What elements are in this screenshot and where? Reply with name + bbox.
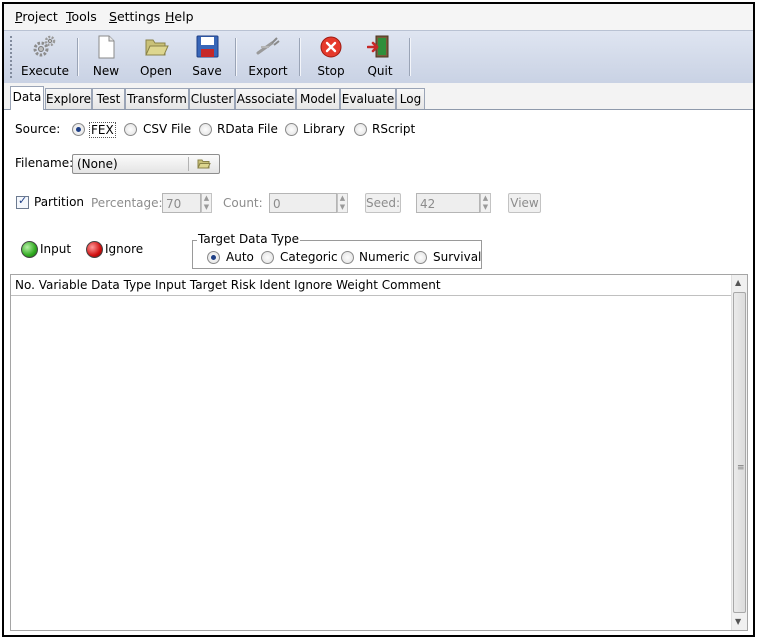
view-button[interactable]: View xyxy=(508,193,541,213)
count-input[interactable]: 0 xyxy=(269,193,337,213)
count-spinner[interactable]: ▲ ▼ xyxy=(337,193,348,213)
percentage-spinner[interactable]: ▲ ▼ xyxy=(201,193,212,213)
menu-tools[interactable]: Tools xyxy=(66,9,97,24)
target-categoric-label[interactable]: Categoric xyxy=(280,250,338,264)
percentage-label: Percentage: xyxy=(91,196,163,210)
ignore-legend-label: Ignore xyxy=(105,242,144,256)
exit-door-icon xyxy=(367,35,389,58)
source-rdata-label[interactable]: RData File xyxy=(217,122,278,136)
source-csv-radio[interactable] xyxy=(124,123,137,136)
folder-open-icon xyxy=(145,39,169,56)
stop-icon xyxy=(320,36,342,58)
open-button[interactable]: Open xyxy=(138,33,174,81)
quit-button[interactable]: Quit xyxy=(363,33,397,81)
toolbar: Execute New Open Save Export Stop Quit xyxy=(4,30,753,84)
source-library-label[interactable]: Library xyxy=(303,122,345,136)
seed-input[interactable]: 42 xyxy=(416,193,480,213)
target-auto-label[interactable]: Auto xyxy=(226,250,254,264)
source-rscript-label[interactable]: RScript xyxy=(372,122,415,136)
target-data-type-group: Target Data Type Auto Categoric Numeric … xyxy=(192,232,482,269)
count-label: Count: xyxy=(223,196,263,210)
source-rdata-radio[interactable] xyxy=(199,123,212,136)
toolbar-separator xyxy=(409,38,411,76)
chooser-divider xyxy=(188,157,189,171)
tab-model[interactable]: Model xyxy=(296,88,340,109)
folder-icon xyxy=(197,159,211,169)
input-indicator-icon xyxy=(21,241,38,258)
scroll-down-arrow-icon[interactable]: ▼ xyxy=(735,617,741,626)
execute-button[interactable]: Execute xyxy=(21,33,69,81)
tab-evaluate[interactable]: Evaluate xyxy=(340,88,396,109)
tab-cluster[interactable]: Cluster xyxy=(189,88,235,109)
save-button[interactable]: Save xyxy=(190,33,224,81)
gears-icon xyxy=(33,35,56,57)
export-icon xyxy=(256,37,280,55)
partition-label[interactable]: Partition xyxy=(34,195,84,209)
target-data-type-title: Target Data Type xyxy=(197,232,300,246)
table-header: No. Variable Data Type Input Target Risk… xyxy=(11,275,733,296)
target-auto-radio[interactable] xyxy=(207,251,220,264)
target-survival-radio[interactable] xyxy=(414,251,427,264)
tab-explore[interactable]: Explore xyxy=(45,88,92,109)
main-window: Project Tools Settings Help Execute New xyxy=(2,2,755,637)
source-fex-radio[interactable] xyxy=(72,123,85,136)
partition-checkbox[interactable] xyxy=(16,194,29,209)
toolbar-separator xyxy=(299,38,301,76)
source-fex-label[interactable]: FEX xyxy=(89,122,116,138)
new-button[interactable]: New xyxy=(90,33,122,81)
toolbar-grip[interactable] xyxy=(9,35,13,79)
source-rscript-radio[interactable] xyxy=(354,123,367,136)
target-numeric-radio[interactable] xyxy=(341,251,354,264)
menu-project[interactable]: Project xyxy=(15,9,58,24)
seed-spinner[interactable]: ▲ ▼ xyxy=(480,193,491,213)
toolbar-separator xyxy=(235,38,237,76)
menu-help[interactable]: Help xyxy=(165,9,194,24)
filename-chooser[interactable]: (None) xyxy=(72,154,220,174)
notebook-tabs: Data Explore Test Transform Cluster Asso… xyxy=(4,83,753,110)
toolbar-separator xyxy=(77,38,79,76)
floppy-disk-icon xyxy=(196,35,219,58)
tab-data[interactable]: Data xyxy=(10,86,44,110)
filename-value: (None) xyxy=(77,157,118,171)
tab-test[interactable]: Test xyxy=(92,88,125,109)
stop-button[interactable]: Stop xyxy=(314,33,348,81)
source-library-radio[interactable] xyxy=(285,123,298,136)
filename-label: Filename: xyxy=(15,156,74,170)
variables-table[interactable]: No. Variable Data Type Input Target Risk… xyxy=(10,274,748,631)
tab-associate[interactable]: Associate xyxy=(235,88,296,109)
export-button[interactable]: Export xyxy=(248,33,288,81)
menu-settings[interactable]: Settings xyxy=(109,9,160,24)
scroll-up-arrow-icon[interactable]: ▲ xyxy=(735,278,741,287)
ignore-indicator-icon xyxy=(86,241,103,258)
target-categoric-radio[interactable] xyxy=(261,251,274,264)
seed-button[interactable]: Seed: xyxy=(365,193,401,213)
vertical-scrollbar[interactable]: ▲ ≡ ▼ xyxy=(731,275,747,630)
menubar: Project Tools Settings Help xyxy=(4,4,753,30)
scrollbar-grip-icon: ≡ xyxy=(737,463,745,473)
target-numeric-label[interactable]: Numeric xyxy=(359,250,410,264)
percentage-input[interactable]: 70 xyxy=(162,193,201,213)
source-label: Source: xyxy=(15,122,61,136)
tab-transform[interactable]: Transform xyxy=(125,88,189,109)
input-legend-label: Input xyxy=(40,242,72,256)
tab-log[interactable]: Log xyxy=(396,88,425,109)
scrollbar-thumb[interactable]: ≡ xyxy=(733,292,746,613)
target-survival-label[interactable]: Survival xyxy=(433,250,481,264)
source-csv-label[interactable]: CSV File xyxy=(143,122,191,136)
new-file-icon xyxy=(98,35,115,59)
